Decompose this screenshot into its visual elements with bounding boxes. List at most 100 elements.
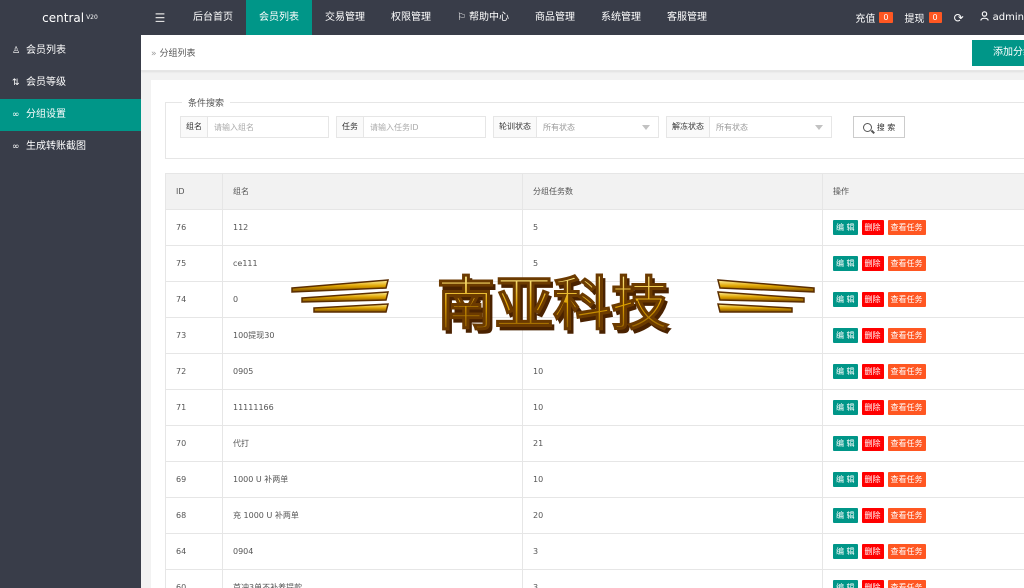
edit-button[interactable]: 编 辑 — [833, 508, 858, 523]
sidebar-item-0[interactable]: ♙ 会员列表 — [0, 35, 141, 67]
topnav-item-4[interactable]: ⚐ 帮助中心 — [444, 0, 522, 35]
cell-actions: 编 辑删除 查看任务 — [822, 389, 1024, 426]
chevron-right-icon: » — [151, 49, 157, 59]
delete-button[interactable]: 删除 — [861, 292, 884, 307]
sidebar-item-1[interactable]: ⇅ 会员等级 — [0, 67, 141, 99]
view-tasks-button[interactable]: 查看任务 — [887, 436, 926, 451]
app-logo[interactable]: central V20 — [0, 0, 140, 35]
delete-button[interactable]: 删除 — [861, 472, 884, 487]
edit-button[interactable]: 编 辑 — [833, 256, 858, 271]
topnav-item-5[interactable]: 商品管理 — [522, 0, 588, 35]
topnav-item-label: 帮助中心 — [468, 12, 509, 23]
cell-name: 首冲3单不补养提款 — [222, 569, 523, 588]
rotation-status-select[interactable]: 轮训状态 所有状态 — [493, 116, 659, 138]
topnav-item-label: 权限管理 — [391, 12, 431, 23]
delete-button[interactable]: 删除 — [861, 580, 884, 588]
user-menu[interactable]: admin — [979, 11, 1024, 24]
sidebar-item-label: 生成转账截图 — [26, 141, 86, 152]
view-tasks-button[interactable]: 查看任务 — [887, 472, 926, 487]
refresh-icon[interactable]: ⟳ — [954, 11, 964, 25]
topnav-item-0[interactable]: 后台首页 — [180, 0, 246, 35]
search-legend: 条件搜索 — [188, 99, 225, 109]
cell-id: 76 — [165, 209, 223, 246]
search-icon — [862, 122, 872, 132]
topnav-item-label: 系统管理 — [600, 12, 641, 23]
cell-actions: 编 辑删除 查看任务 — [822, 281, 1024, 318]
delete-button[interactable]: 删除 — [861, 436, 884, 451]
table-row: 68 充 1000 U 补两单 20 编 辑删除 查看任务 — [165, 497, 1024, 534]
sidebar-item-3[interactable]: ∞ 生成转账截图 — [0, 131, 141, 163]
view-tasks-button[interactable]: 查看任务 — [887, 580, 926, 588]
cell-tasks: 10 — [522, 353, 823, 390]
view-tasks-button[interactable]: 查看任务 — [887, 400, 926, 415]
breadcrumb: » 分组列表 — [141, 35, 1024, 71]
delete-button[interactable]: 删除 — [861, 544, 884, 559]
view-tasks-button[interactable]: 查看任务 — [887, 544, 926, 559]
unfreeze-status-label: 解冻状态 — [667, 117, 710, 137]
topnav-item-7[interactable]: 客服管理 — [654, 0, 720, 35]
unfreeze-status-select[interactable]: 解冻状态 所有状态 — [666, 116, 832, 138]
view-tasks-button[interactable]: 查看任务 — [887, 508, 926, 523]
recharge-link[interactable]: 充值 0 — [855, 10, 893, 25]
delete-button[interactable]: 删除 — [861, 400, 884, 415]
breadcrumb-current[interactable]: » 分组列表 — [151, 46, 196, 59]
edit-button[interactable]: 编 辑 — [833, 292, 858, 307]
task-input[interactable] — [364, 117, 485, 137]
edit-button[interactable]: 编 辑 — [833, 580, 858, 588]
cell-id: 69 — [165, 461, 223, 498]
cell-id: 74 — [165, 281, 223, 318]
view-tasks-button[interactable]: 查看任务 — [887, 364, 926, 379]
edit-button[interactable]: 编 辑 — [833, 544, 858, 559]
group-name-input[interactable] — [208, 117, 328, 137]
delete-button[interactable]: 删除 — [861, 508, 884, 523]
top-nav: 后台首页 会员列表 交易管理 权限管理 ⚐ 帮助中心 商品管理 系统管理 客服管理 — [180, 0, 720, 35]
table-row: 60 首冲3单不补养提款 3 编 辑删除 查看任务 — [165, 569, 1024, 588]
cell-id: 68 — [165, 497, 223, 534]
topnav-item-6[interactable]: 系统管理 — [588, 0, 654, 35]
col-header-actions: 操作 — [822, 173, 1024, 210]
edit-button[interactable]: 编 辑 — [833, 220, 858, 235]
delete-button[interactable]: 删除 — [861, 220, 884, 235]
delete-button[interactable]: 删除 — [861, 328, 884, 343]
edit-button[interactable]: 编 辑 — [833, 472, 858, 487]
view-tasks-button[interactable]: 查看任务 — [887, 328, 926, 343]
edit-button[interactable]: 编 辑 — [833, 400, 858, 415]
topnav-item-label: 交易管理 — [325, 12, 365, 23]
cell-id: 60 — [165, 569, 223, 588]
cell-actions: 编 辑删除 查看任务 — [822, 461, 1024, 498]
rotation-status-label: 轮训状态 — [494, 117, 537, 137]
table-row: 70 代打 21 编 辑删除 查看任务 — [165, 425, 1024, 462]
sidebar-item-2[interactable]: ∞ 分组设置 — [0, 99, 141, 131]
sidebar-item-label: 分组设置 — [26, 109, 66, 120]
table-row: 76 112 5 编 辑删除 查看任务 — [165, 209, 1024, 246]
search-button-label: 搜 索 — [876, 122, 896, 132]
delete-button[interactable]: 删除 — [861, 256, 884, 271]
topnav-item-3[interactable]: 权限管理 — [378, 0, 444, 35]
edit-button[interactable]: 编 辑 — [833, 436, 858, 451]
cell-tasks: 3 — [522, 533, 823, 570]
topnav-item-label: 后台首页 — [193, 12, 233, 23]
search-button[interactable]: 搜 索 — [853, 116, 905, 138]
cell-id: 70 — [165, 425, 223, 462]
edit-button[interactable]: 编 辑 — [833, 328, 858, 343]
withdraw-link[interactable]: 提现 0 — [905, 10, 942, 25]
view-tasks-button[interactable]: 查看任务 — [887, 292, 926, 307]
task-field: 任务 — [336, 116, 486, 138]
withdraw-badge: 0 — [928, 12, 942, 23]
app-title: central — [42, 10, 85, 25]
group-name-field: 组名 — [180, 116, 329, 138]
add-group-button[interactable]: 添加分组 — [972, 40, 1024, 66]
edit-button[interactable]: 编 辑 — [833, 364, 858, 379]
cell-name: 充 1000 U 补两单 — [222, 497, 523, 534]
view-tasks-button[interactable]: 查看任务 — [887, 256, 926, 271]
recharge-badge: 0 — [879, 12, 893, 23]
menu-toggle-icon[interactable]: ☰ — [140, 11, 180, 25]
view-tasks-button[interactable]: 查看任务 — [887, 220, 926, 235]
table-row: 71 11111166 10 编 辑删除 查看任务 — [165, 389, 1024, 426]
col-header-tasks: 分组任务数 — [522, 173, 823, 210]
cell-actions: 编 辑删除 查看任务 — [822, 569, 1024, 588]
topnav-item-2[interactable]: 交易管理 — [312, 0, 378, 35]
topnav-item-1[interactable]: 会员列表 — [246, 0, 312, 35]
delete-button[interactable]: 删除 — [861, 364, 884, 379]
cell-tasks: 20 — [522, 497, 823, 534]
